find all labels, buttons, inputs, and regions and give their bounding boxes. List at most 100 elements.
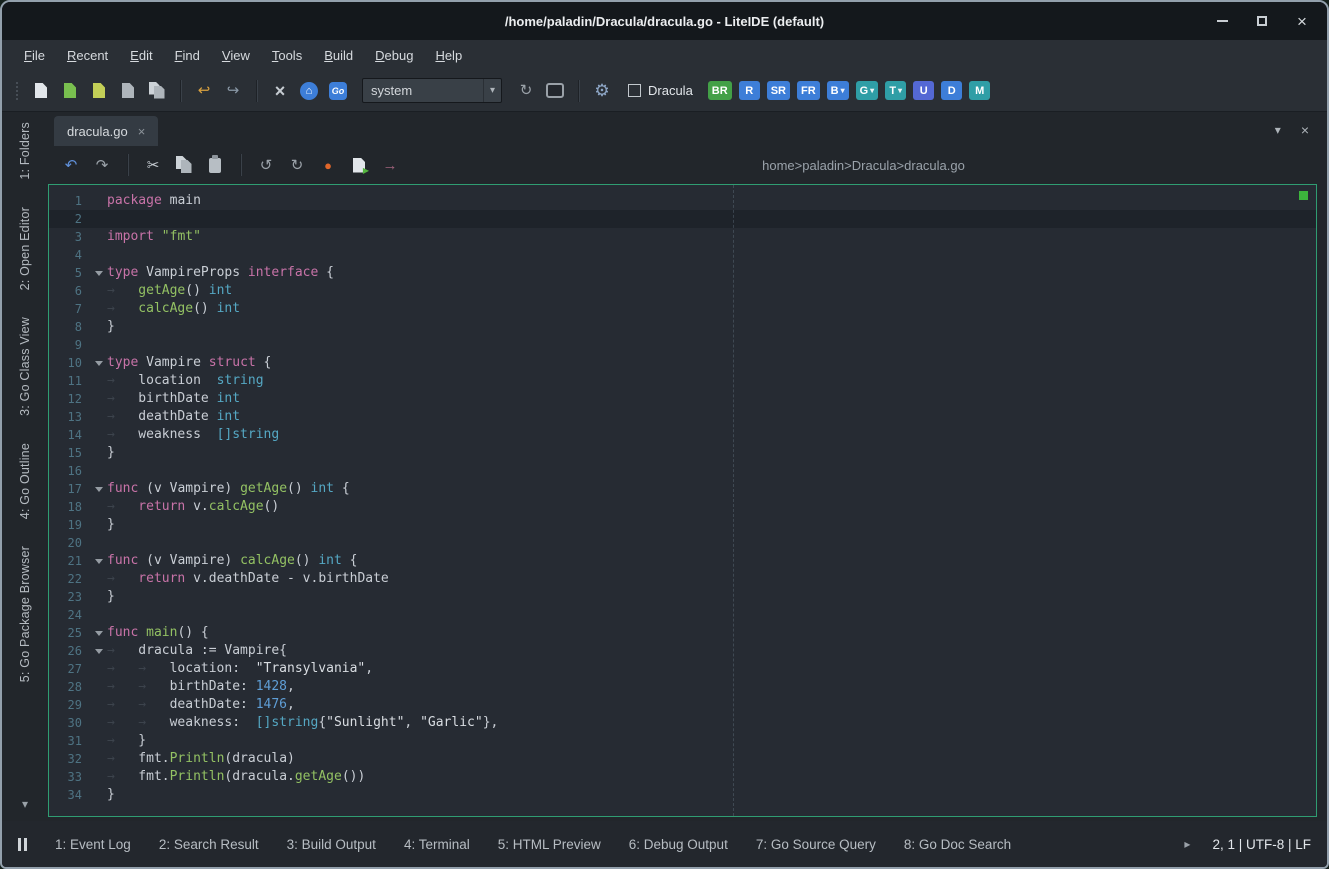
code-line[interactable]: 9 [49,336,1316,354]
badge-d[interactable]: D [941,81,962,100]
toolbar-grip[interactable] [16,82,19,100]
code-line[interactable]: 7→calcAge() int [49,300,1316,318]
open-folder-button[interactable] [88,80,110,102]
panel-arrow-button[interactable]: ▸ [1184,837,1190,851]
code-line[interactable]: 16 [49,462,1316,480]
code-line[interactable]: 5type VampireProps interface { [49,264,1316,282]
new-file-button[interactable] [30,80,52,102]
code-line[interactable]: 24 [49,606,1316,624]
code-line[interactable]: 10type Vampire struct { [49,354,1316,372]
panel-button-5[interactable]: 5: HTML Preview [498,837,601,852]
code-line[interactable]: 13→deathDate int [49,408,1316,426]
copy-button[interactable] [173,154,195,176]
code-line[interactable]: 31→} [49,732,1316,750]
code-line[interactable]: 27→→location: "Transylvania", [49,660,1316,678]
env-selector[interactable]: system ▾ [362,78,502,103]
code-line[interactable]: 14→weakness []string [49,426,1316,444]
badge-fr[interactable]: FR [797,81,820,100]
code-line[interactable]: 3import "fmt" [49,228,1316,246]
code-line[interactable]: 17func (v Vampire) getAge() int { [49,480,1316,498]
sidebar-chevron-down-icon[interactable]: ▾ [22,797,28,811]
code-line[interactable]: 26→dracula := Vampire{ [49,642,1316,660]
panel-button-6[interactable]: 6: Debug Output [629,837,728,852]
badge-g[interactable]: G▾ [856,81,879,100]
code-line[interactable]: 11→location string [49,372,1316,390]
undo-all-button[interactable]: ↺ [255,154,277,176]
fold-marker[interactable] [91,552,107,570]
sidebar-tab-4[interactable]: 4: Go Outline [18,443,32,519]
code-line[interactable]: 33→fmt.Println(dracula.getAge()) [49,768,1316,786]
fold-marker[interactable] [91,480,107,498]
code-line[interactable]: 12→birthDate int [49,390,1316,408]
goto-button[interactable]: → [379,154,401,176]
menu-help[interactable]: Help [425,45,472,66]
tab-close-button[interactable]: × [138,125,146,138]
panel-button-4[interactable]: 4: Terminal [404,837,470,852]
run-file-button[interactable]: ▶ [348,154,370,176]
navigate-back-button[interactable]: ↩ [193,80,215,102]
code-line[interactable]: 1package main [49,192,1316,210]
tab-list-button[interactable]: ▾ [1275,123,1281,137]
panel-button-8[interactable]: 8: Go Doc Search [904,837,1011,852]
code-line[interactable]: 32→fmt.Println(dracula) [49,750,1316,768]
code-line[interactable]: 21func (v Vampire) calcAge() int { [49,552,1316,570]
sidebar-tab-5[interactable]: 5: Go Package Browser [18,546,32,682]
badge-sr[interactable]: SR [767,81,790,100]
record-macro-button[interactable]: ● [317,154,339,176]
code-line[interactable]: 2 [49,210,1316,228]
settings-button[interactable]: ⚙ [591,80,613,102]
sidebar-tab-1[interactable]: 1: Folders [18,122,32,180]
badge-t[interactable]: T▾ [885,81,906,100]
code-line[interactable]: 34} [49,786,1316,804]
code-line[interactable]: 4 [49,246,1316,264]
fold-marker[interactable] [91,264,107,282]
code-line[interactable]: 8} [49,318,1316,336]
menu-file[interactable]: File [14,45,55,66]
paste-button[interactable] [204,154,226,176]
tools-button[interactable]: × [269,80,291,102]
godoc-button[interactable]: Go [327,80,349,102]
save-file-button[interactable] [117,80,139,102]
minimize-button[interactable] [1215,14,1229,28]
save-all-button[interactable] [146,80,168,102]
code-editor[interactable]: 1package main23import "fmt"45type Vampir… [48,184,1317,817]
code-line[interactable]: 20 [49,534,1316,552]
sidebar-tab-2[interactable]: 2: Open Editor [18,207,32,290]
code-line[interactable]: 25func main() { [49,624,1316,642]
code-line[interactable]: 29→→deathDate: 1476, [49,696,1316,714]
tab-bar-close-button[interactable]: × [1301,122,1309,138]
badge-r[interactable]: R [739,81,760,100]
code-line[interactable]: 22→return v.deathDate - v.birthDate [49,570,1316,588]
menu-edit[interactable]: Edit [120,45,162,66]
sidebar-tab-3[interactable]: 3: Go Class View [18,317,32,416]
badge-m[interactable]: M [969,81,990,100]
panel-button-1[interactable]: 1: Event Log [55,837,131,852]
code-line[interactable]: 19} [49,516,1316,534]
navigate-forward-button[interactable]: ↪ [222,80,244,102]
dracula-checkbox[interactable]: Dracula [628,83,693,98]
badge-br[interactable]: BR [708,81,732,100]
cut-button[interactable]: ✂ [142,154,164,176]
close-button[interactable]: × [1295,14,1309,28]
menu-recent[interactable]: Recent [57,45,118,66]
badge-b[interactable]: B▾ [827,81,849,100]
badge-u[interactable]: U [913,81,934,100]
menu-view[interactable]: View [212,45,260,66]
terminal-button[interactable] [544,80,566,102]
fold-marker[interactable] [91,624,107,642]
home-button[interactable]: ⌂ [298,80,320,102]
redo-all-button[interactable]: ↻ [286,154,308,176]
maximize-button[interactable] [1255,14,1269,28]
panel-button-7[interactable]: 7: Go Source Query [756,837,876,852]
panel-button-2[interactable]: 2: Search Result [159,837,259,852]
menu-build[interactable]: Build [314,45,363,66]
menu-debug[interactable]: Debug [365,45,423,66]
panel-toggle-button[interactable] [18,838,27,851]
code-line[interactable]: 18→return v.calcAge() [49,498,1316,516]
redo-button[interactable]: ↷ [91,154,113,176]
panel-button-3[interactable]: 3: Build Output [287,837,376,852]
open-file-button[interactable] [59,80,81,102]
reload-env-button[interactable]: ↻ [515,80,537,102]
titlebar[interactable]: /home/paladin/Dracula/dracula.go - LiteI… [2,2,1327,40]
menu-find[interactable]: Find [165,45,210,66]
